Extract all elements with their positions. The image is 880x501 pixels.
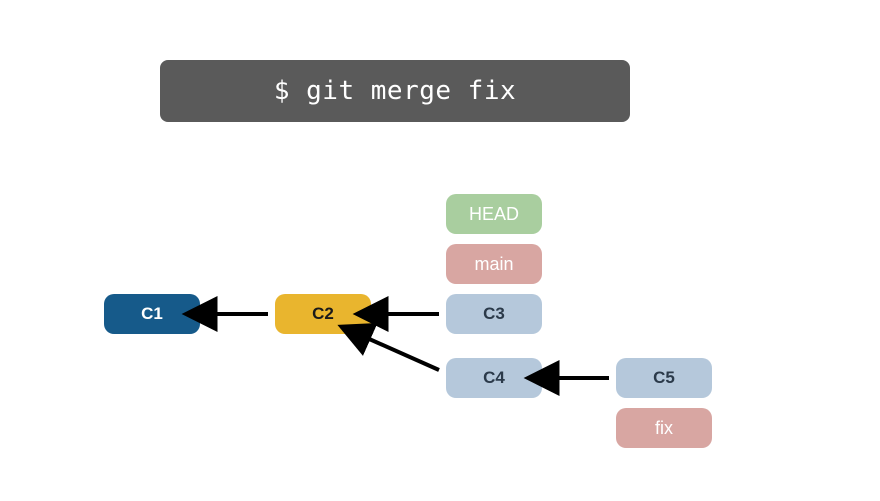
command-box: $ git merge fix <box>160 60 630 122</box>
command-text: $ git merge fix <box>274 76 516 106</box>
commit-c4-label: C4 <box>483 368 505 388</box>
diagram-stage: $ git merge fix HEAD main fix C1 C2 C3 C… <box>0 0 880 501</box>
ref-main: main <box>446 244 542 284</box>
commit-c4: C4 <box>446 358 542 398</box>
ref-fix-label: fix <box>655 418 673 439</box>
commit-c1: C1 <box>104 294 200 334</box>
commit-c1-label: C1 <box>141 304 163 324</box>
edge-c4-c2 <box>367 338 439 370</box>
commit-c2: C2 <box>275 294 371 334</box>
ref-fix: fix <box>616 408 712 448</box>
ref-head: HEAD <box>446 194 542 234</box>
commit-c2-label: C2 <box>312 304 334 324</box>
commit-c5: C5 <box>616 358 712 398</box>
commit-c3: C3 <box>446 294 542 334</box>
ref-head-label: HEAD <box>469 204 519 225</box>
commit-c5-label: C5 <box>653 368 675 388</box>
ref-main-label: main <box>474 254 513 275</box>
commit-c3-label: C3 <box>483 304 505 324</box>
